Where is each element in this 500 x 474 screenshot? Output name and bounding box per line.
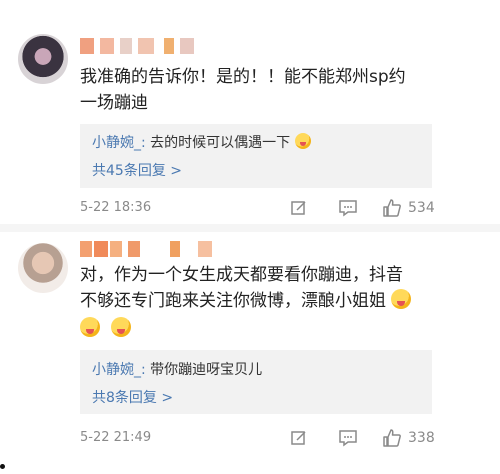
like-count: 338 [408,430,435,446]
reply-separator: : [141,362,146,378]
comment-emoji-line [80,316,480,342]
comment-button[interactable] [338,427,358,449]
like-button[interactable]: 534 [382,197,435,219]
share-button[interactable] [290,197,308,219]
comment-icon [339,430,357,447]
avatar[interactable] [18,34,68,84]
username-blurred[interactable] [80,241,220,259]
comment-1: 我准确的告诉你！是的！！能不能郑州sp约 一场蹦迪 小静婉_: 去的时候可以偶遇… [0,0,500,222]
share-edit-icon [291,431,306,445]
avatar[interactable] [18,243,68,293]
comment-text-line: 不够还专门跑来关注你微博，漂酿小姐姐 [80,288,480,314]
comment-text-line: 对，作为一个女生成天都要看你蹦迪，抖音 [80,265,403,285]
comment-button[interactable] [338,197,358,219]
like-button[interactable]: 338 [382,427,435,449]
share-button[interactable] [290,427,308,449]
comment-time: 5-22 21:49 [80,430,152,445]
comment-icon [339,200,357,217]
share-edit-icon [291,201,306,215]
thumbs-up-icon [383,429,401,447]
kiss-emoji-icon [80,317,100,337]
comment-text-segment: 不够还专门跑来关注你微博，漂酿小姐姐 [80,291,386,311]
comment-actions: 338 [290,427,480,449]
reply-preview[interactable]: 小静婉_: 带你蹦迪呀宝贝儿 [92,359,262,379]
username-blurred[interactable] [80,38,200,56]
kiss-emoji-icon [111,317,132,337]
kiss-emoji-icon [391,289,412,309]
comment-text: 对，作为一个女生成天都要看你蹦迪，抖音 不够还专门跑来关注你微博，漂酿小姐姐 [80,262,480,342]
reply-text: 去的时候可以偶遇一下 [150,135,291,151]
comment-2: 对，作为一个女生成天都要看你蹦迪，抖音 不够还专门跑来关注你微博，漂酿小姐姐 小… [0,232,500,464]
reply-username[interactable]: 小静婉_ [92,135,141,151]
reply-username[interactable]: 小静婉_ [92,362,141,378]
reply-preview[interactable]: 小静婉_: 去的时候可以偶遇一下 [92,132,311,152]
bullet-dot [0,464,5,469]
thumbs-up-icon [383,199,401,217]
comment-text: 我准确的告诉你！是的！！能不能郑州sp约 一场蹦迪 [80,64,480,116]
reply-count-link[interactable]: 共45条回复 > [92,160,182,180]
like-count: 534 [408,200,435,216]
smile-emoji-icon [294,133,311,149]
comment-actions: 534 [290,197,480,219]
comment-divider [0,224,500,232]
comment-text-line: 我准确的告诉你！是的！！能不能郑州sp约 [80,67,406,87]
reply-box[interactable]: 小静婉_: 带你蹦迪呀宝贝儿 共8条回复 > [80,350,432,414]
reply-separator: : [141,135,146,151]
reply-count-link[interactable]: 共8条回复 > [92,387,173,407]
reply-box[interactable]: 小静婉_: 去的时候可以偶遇一下 共45条回复 > [80,124,432,188]
reply-text: 带你蹦迪呀宝贝儿 [150,362,263,378]
comment-text-line: 一场蹦迪 [80,93,148,113]
comment-time: 5-22 18:36 [80,200,152,215]
